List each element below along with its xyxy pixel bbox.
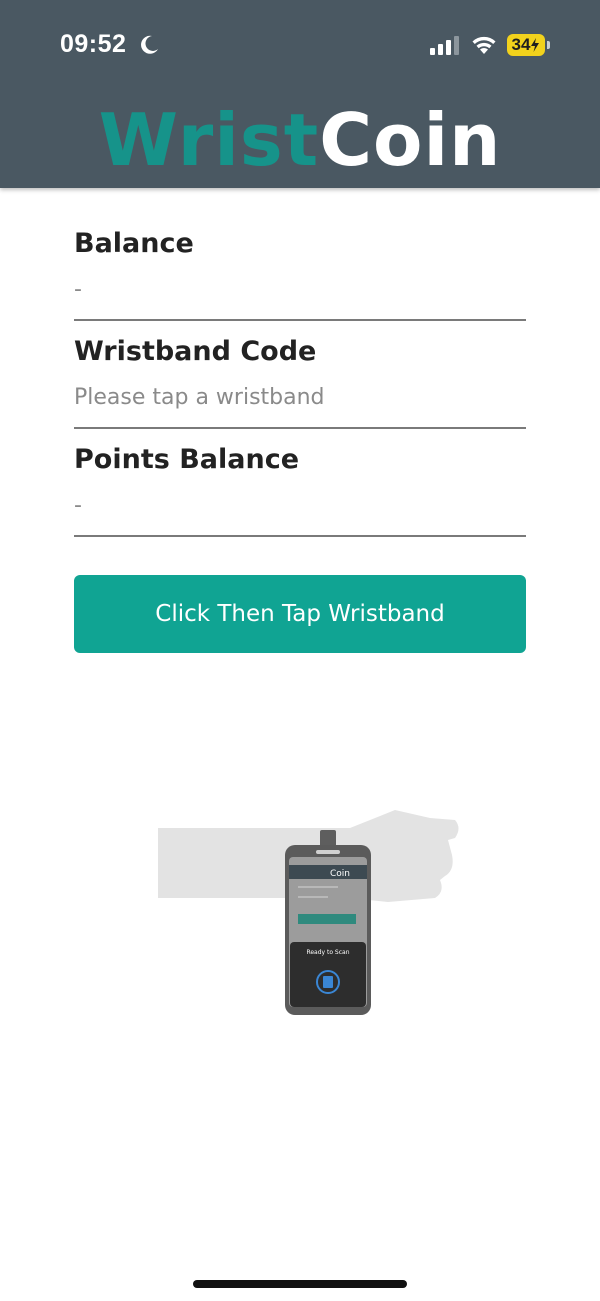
points-balance-underline [74,535,526,537]
points-balance-field: Points Balance - [74,444,526,537]
battery-charging-icon: 34 [507,34,545,56]
wristcoin-logo: WristCoin [0,100,600,180]
wristband-tap-illustration: Coin Ready to Scan [158,810,459,1015]
points-balance-value: - [74,493,82,518]
wifi-icon [472,36,496,54]
illustration-logo-text: Coin [330,869,350,879]
wristband-code-field[interactable]: Wristband Code Please tap a wristband [74,336,526,429]
balance-underline [74,319,526,321]
home-indicator[interactable] [193,1280,407,1288]
wristband-code-underline [74,427,526,429]
balance-field: Balance - [74,228,526,321]
logo-text-wrist: Wrist [98,98,320,182]
battery-level: 34 [511,35,531,54]
balance-label: Balance [74,228,194,259]
wristband-code-input[interactable]: Please tap a wristband [74,385,526,417]
app-header: 09:52 34 WristCoin [0,0,600,188]
points-balance-label: Points Balance [74,444,300,475]
status-bar: 09:52 34 [0,0,600,90]
status-time: 09:52 [60,30,127,58]
moon-icon [141,35,158,54]
cellular-signal-icon [430,36,459,55]
battery-nub [547,41,550,49]
illustration-scan-title: Ready to Scan [306,949,349,956]
logo-text-coin: Coin [319,98,502,182]
balance-value: - [74,277,82,302]
charging-bolt-icon [531,38,540,52]
wristband-code-label: Wristband Code [74,336,317,367]
tap-wristband-button[interactable]: Click Then Tap Wristband [74,575,526,653]
